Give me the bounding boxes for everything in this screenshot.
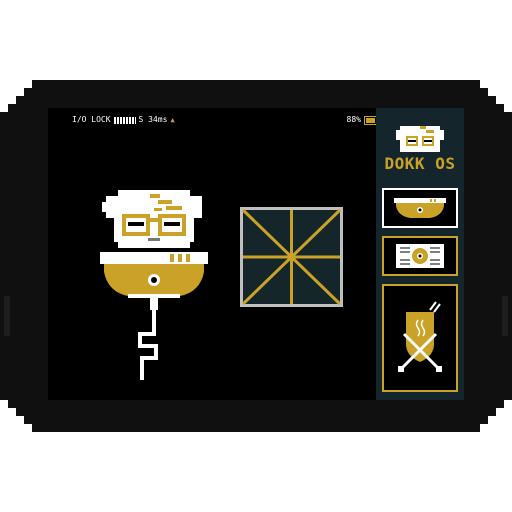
sidebar-item-drone[interactable] <box>382 188 458 228</box>
status-right: 88% <box>346 114 380 126</box>
mascot-head <box>102 190 202 248</box>
sidebar-item-badge[interactable] <box>382 284 458 392</box>
battery-label: 88% <box>346 115 361 124</box>
mascot-logo-icon <box>396 126 444 152</box>
mascot-drone-illustration <box>100 190 208 380</box>
os-title: DOKK OS <box>384 154 456 173</box>
drone-bowl <box>100 252 208 298</box>
ping-arrow-icon: ▲ <box>170 116 175 124</box>
ping-label: S 34ms <box>138 115 168 124</box>
badge-shield-icon <box>398 301 442 372</box>
drone-cable <box>138 298 158 380</box>
signal-bars-icon <box>113 116 136 124</box>
io-lock-label: I/O LOCK <box>72 115 111 124</box>
status-left: I/O LOCK S 34ms ▲ <box>72 114 175 126</box>
battery-fill <box>366 117 375 123</box>
crate-window-graphic <box>240 207 343 307</box>
sidebar: DOKK OS <box>376 108 464 400</box>
status-bar: I/O LOCK S 34ms ▲ 88% <box>72 114 380 126</box>
drone-bowl-icon <box>394 198 446 218</box>
device-screen: I/O LOCK S 34ms ▲ 88% DOKK OS <box>48 108 464 400</box>
sidebar-item-device[interactable] <box>382 236 458 276</box>
gadget-device-icon <box>396 244 444 268</box>
